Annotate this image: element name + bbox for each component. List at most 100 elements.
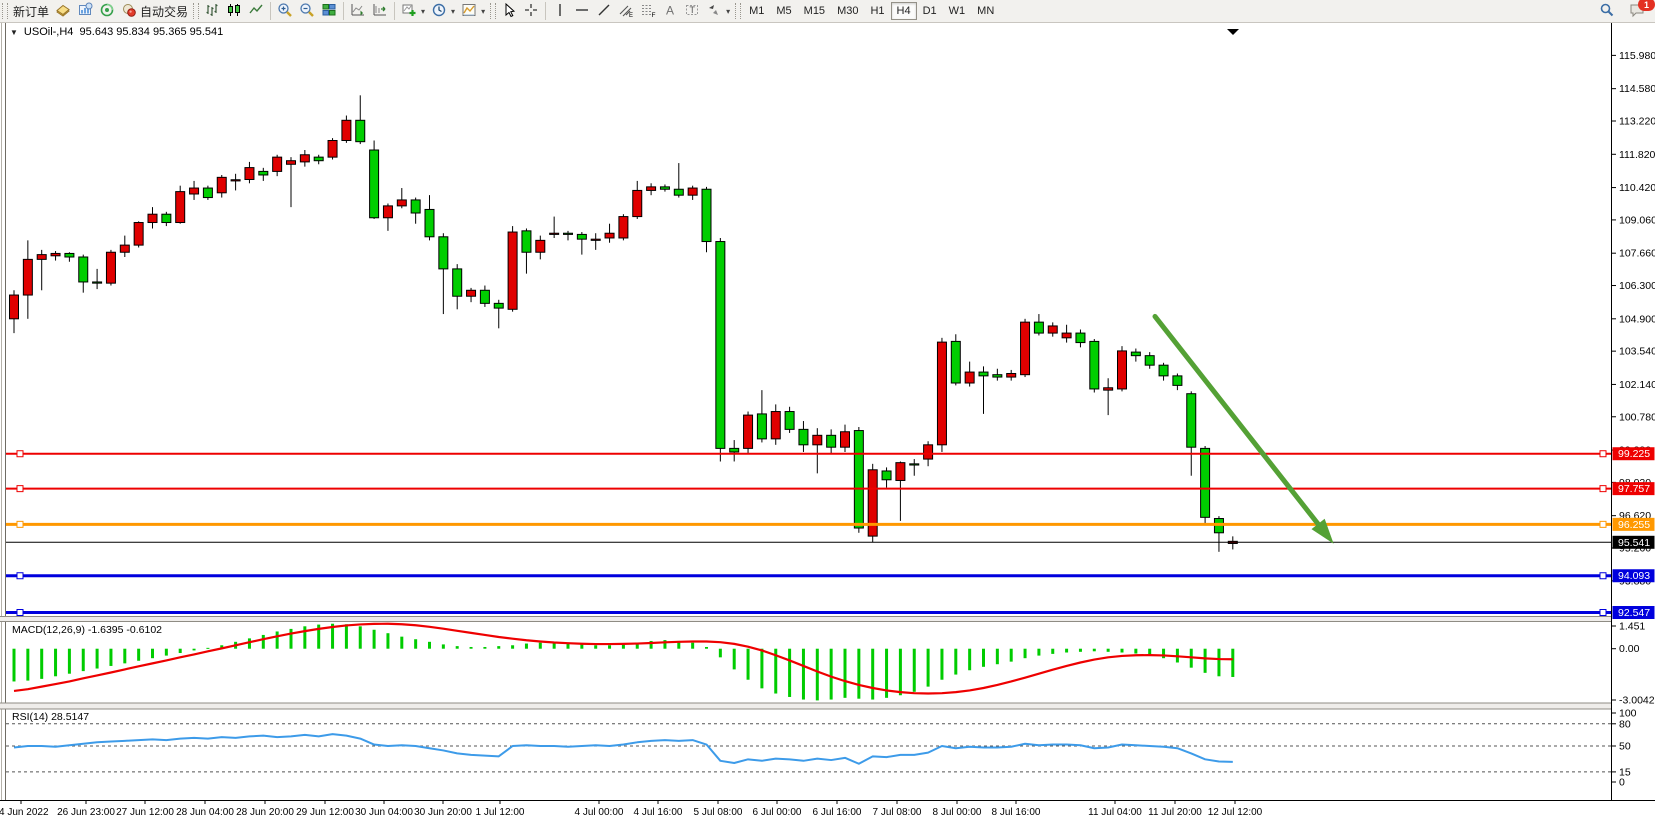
trendline-button[interactable] <box>593 1 615 21</box>
line-handle[interactable] <box>17 610 23 616</box>
candle[interactable] <box>1201 448 1210 517</box>
candle[interactable] <box>1090 341 1099 389</box>
timeframe-m1-button[interactable]: M1 <box>743 2 770 20</box>
zoom-in-button[interactable] <box>274 1 296 21</box>
candle[interactable] <box>854 431 863 528</box>
candle[interactable] <box>924 445 933 459</box>
candle[interactable] <box>605 233 614 238</box>
candle[interactable] <box>217 177 226 192</box>
candle[interactable] <box>1076 333 1085 343</box>
candle[interactable] <box>494 303 503 308</box>
candle[interactable] <box>1021 322 1030 375</box>
candle[interactable] <box>106 252 115 283</box>
candle[interactable] <box>757 414 766 439</box>
candle[interactable] <box>674 189 683 195</box>
candle[interactable] <box>287 161 296 165</box>
timeframe-m5-button[interactable]: M5 <box>770 2 797 20</box>
candle[interactable] <box>397 200 406 206</box>
candle[interactable] <box>203 188 212 198</box>
candle[interactable] <box>951 341 960 383</box>
candle[interactable] <box>577 234 586 239</box>
candle[interactable] <box>1062 333 1071 338</box>
candle[interactable] <box>342 120 351 140</box>
candle[interactable] <box>1159 365 1168 376</box>
zoom-out-button[interactable] <box>296 1 318 21</box>
candle[interactable] <box>1034 322 1043 333</box>
candle[interactable] <box>425 209 434 236</box>
candle[interactable] <box>841 432 850 447</box>
candle[interactable] <box>993 375 1002 377</box>
candle[interactable] <box>1118 351 1127 389</box>
candle[interactable] <box>536 240 545 252</box>
auto-scroll-button[interactable] <box>347 1 369 21</box>
candle[interactable] <box>910 464 919 465</box>
candle[interactable] <box>591 239 600 240</box>
candle[interactable] <box>259 171 268 175</box>
candle[interactable] <box>827 435 836 447</box>
candle[interactable] <box>300 155 309 162</box>
candle[interactable] <box>134 223 143 246</box>
candle[interactable] <box>813 435 822 445</box>
candle[interactable] <box>453 269 462 296</box>
candle[interactable] <box>10 295 19 319</box>
candle[interactable] <box>23 259 32 295</box>
line-handle[interactable] <box>1600 573 1606 579</box>
chart-shift-button[interactable] <box>369 1 391 21</box>
indicators-button[interactable]: ▾ <box>398 1 428 21</box>
candle[interactable] <box>647 187 656 191</box>
candlestick-chart-button[interactable] <box>223 1 245 21</box>
candle[interactable] <box>65 253 74 257</box>
candle[interactable] <box>190 188 199 194</box>
line-handle[interactable] <box>17 451 23 457</box>
price-scale[interactable]: 115.980114.580113.220111.820110.420109.0… <box>1612 22 1655 800</box>
line-handle[interactable] <box>17 573 23 579</box>
horizontal-line-button[interactable] <box>571 1 593 21</box>
chart-window[interactable]: 115.980114.580113.220111.820110.420109.0… <box>0 22 1655 817</box>
candle[interactable] <box>231 180 240 181</box>
timeframe-w1-button[interactable]: W1 <box>943 2 972 20</box>
candle[interactable] <box>148 214 157 222</box>
candle[interactable] <box>564 233 573 234</box>
market-watch-button[interactable] <box>52 1 74 21</box>
equidistant-channel-button[interactable]: E <box>615 1 637 21</box>
candle[interactable] <box>328 140 337 157</box>
candle[interactable] <box>480 290 489 303</box>
toolbar-grip[interactable] <box>2 3 8 19</box>
candle[interactable] <box>1173 376 1182 386</box>
arrow-objects-button[interactable]: ▾ <box>703 1 733 21</box>
candle[interactable] <box>1048 326 1057 333</box>
timeframe-h4-button[interactable]: H4 <box>891 2 917 20</box>
timeframe-d1-button[interactable]: D1 <box>917 2 943 20</box>
candle[interactable] <box>162 214 171 222</box>
notifications-button[interactable]: 1 <box>1626 1 1649 21</box>
timeframe-mn-button[interactable]: MN <box>971 2 1000 20</box>
line-handle[interactable] <box>17 521 23 527</box>
candle[interactable] <box>1007 373 1016 377</box>
line-handle[interactable] <box>17 486 23 492</box>
periods-button[interactable]: ▾ <box>428 1 458 21</box>
candle[interactable] <box>1145 356 1154 366</box>
toolbar-grip[interactable] <box>735 3 741 19</box>
candle[interactable] <box>896 463 905 481</box>
candle[interactable] <box>744 415 753 448</box>
candle[interactable] <box>868 470 877 536</box>
candle[interactable] <box>965 372 974 383</box>
candle[interactable] <box>314 157 323 161</box>
candle[interactable] <box>439 237 448 269</box>
search-button[interactable] <box>1596 1 1618 21</box>
chart-canvas[interactable]: 115.980114.580113.220111.820110.420109.0… <box>0 22 1655 817</box>
candle[interactable] <box>411 200 420 213</box>
bar-chart-button[interactable] <box>201 1 223 21</box>
candle[interactable] <box>1131 352 1140 356</box>
vertical-line-button[interactable] <box>549 1 571 21</box>
line-handle[interactable] <box>1600 521 1606 527</box>
candle[interactable] <box>383 206 392 218</box>
line-handle[interactable] <box>1600 451 1606 457</box>
timeframe-m15-button[interactable]: M15 <box>798 2 831 20</box>
candle[interactable] <box>273 157 282 171</box>
line-handle[interactable] <box>1600 610 1606 616</box>
data-window-button[interactable] <box>74 1 96 21</box>
candle[interactable] <box>1187 394 1196 447</box>
candle[interactable] <box>937 342 946 445</box>
signals-button[interactable] <box>96 1 118 21</box>
